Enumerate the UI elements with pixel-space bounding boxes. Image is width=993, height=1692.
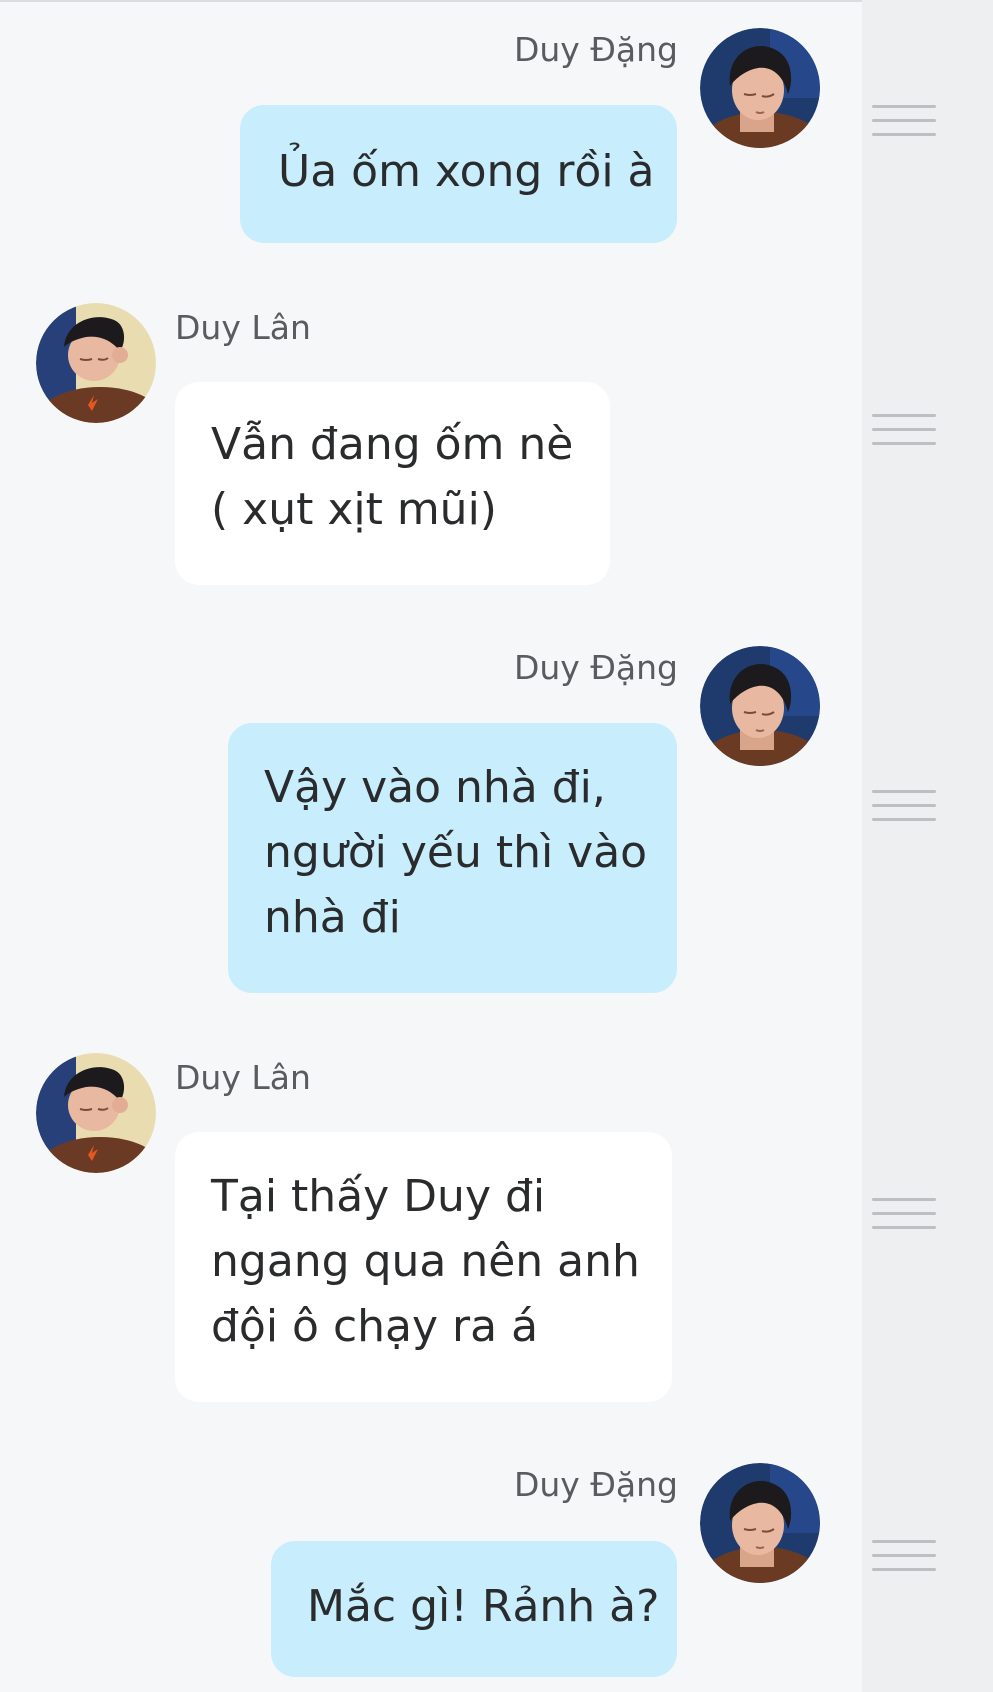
sender-name: Duy Lân xyxy=(175,1058,311,1097)
message-text: Mắc gì! Rảnh à? xyxy=(307,1581,660,1632)
avatar-duy-dang-icon[interactable] xyxy=(700,28,820,148)
sender-name: Duy Đặng xyxy=(513,1465,678,1504)
message-text: Vậy vào nhà đi, xyxy=(264,762,606,813)
message-text: nhà đi xyxy=(264,892,401,943)
message-bubble-outgoing[interactable]: Vậy vào nhà đi, người yếu thì vào nhà đi xyxy=(228,723,677,993)
chat-thread[interactable]: Duy Đặng Ủa ốm xong rồi à Duy Lân Vẫn đa… xyxy=(0,0,862,1692)
message-text: người yếu thì vào xyxy=(264,827,648,878)
message-bubble-incoming[interactable]: Vẫn đang ốm nè ( xụt xịt mũi) xyxy=(175,382,610,585)
message-text: Tại thấy Duy đi xyxy=(211,1171,546,1222)
drag-handle-icon[interactable] xyxy=(872,105,936,139)
message-text: Ủa ốm xong rồi à xyxy=(278,146,655,197)
drag-handle-icon[interactable] xyxy=(872,414,936,448)
avatar-duy-lan-icon[interactable] xyxy=(36,303,156,423)
avatar-duy-lan-icon[interactable] xyxy=(36,1053,156,1173)
message-text: ( xụt xịt mũi) xyxy=(211,484,497,535)
side-panel xyxy=(862,0,993,1692)
avatar-duy-dang-icon[interactable] xyxy=(700,646,820,766)
message-text: đội ô chạy ra á xyxy=(211,1301,539,1352)
message-bubble-outgoing[interactable]: Ủa ốm xong rồi à xyxy=(240,105,677,243)
message-bubble-incoming[interactable]: Tại thấy Duy đi ngang qua nên anh đội ô … xyxy=(175,1132,672,1402)
message-text: Vẫn đang ốm nè xyxy=(211,419,574,470)
sender-name: Duy Lân xyxy=(175,308,311,347)
message-bubble-outgoing[interactable]: Mắc gì! Rảnh à? xyxy=(271,1541,677,1677)
drag-handle-icon[interactable] xyxy=(872,1540,936,1574)
message-text: ngang qua nên anh xyxy=(211,1236,640,1287)
sender-name: Duy Đặng xyxy=(513,30,678,69)
avatar-duy-dang-icon[interactable] xyxy=(700,1463,820,1583)
sender-name: Duy Đặng xyxy=(513,648,678,687)
drag-handle-icon[interactable] xyxy=(872,1198,936,1232)
drag-handle-icon[interactable] xyxy=(872,790,936,824)
